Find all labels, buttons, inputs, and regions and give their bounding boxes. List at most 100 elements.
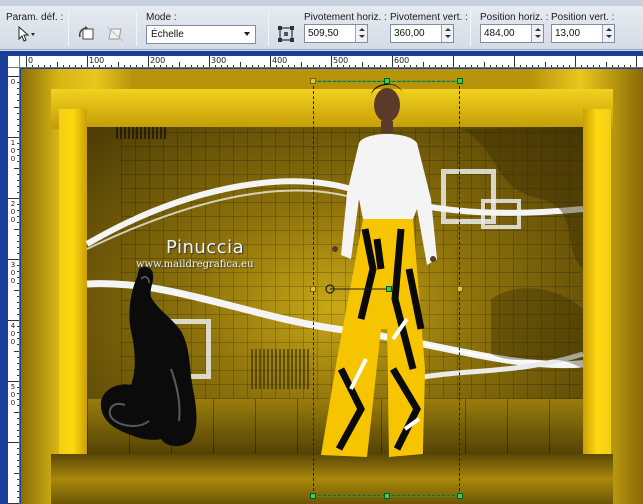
ruler-tick	[17, 271, 19, 273]
ruler-tick	[141, 65, 143, 67]
ruler-tick	[318, 65, 320, 67]
ruler-tick	[605, 62, 607, 67]
ruler-label: 500	[10, 383, 16, 407]
ruler-tick	[471, 65, 473, 67]
ruler-tick	[17, 161, 19, 163]
pos-h-label: Position horiz. :	[480, 12, 549, 23]
corner-handle-top-left[interactable]	[310, 78, 316, 84]
ruler-tick	[209, 56, 210, 67]
ruler-tick	[562, 65, 564, 67]
ruler-tick	[17, 344, 19, 346]
ruler-tick	[17, 332, 19, 334]
ruler-label: 500	[333, 56, 349, 65]
image-canvas[interactable]: Pinuccia www.maildregrafica.eu	[21, 69, 643, 504]
ruler-tick	[239, 62, 241, 67]
pivot-v-stepper[interactable]	[441, 25, 453, 42]
mode-select-value: Échelle	[151, 29, 184, 40]
ruler-tick	[17, 155, 19, 157]
edge-handle-left[interactable]	[310, 286, 316, 292]
ruler-tick	[17, 435, 19, 437]
ruler-tick	[544, 62, 546, 67]
pivot-v-value: 360,00	[394, 28, 425, 39]
center-pivot-button[interactable]	[276, 24, 296, 44]
ruler-tick	[489, 65, 491, 67]
ruler-tick	[526, 65, 528, 67]
ruler-tick	[361, 62, 363, 67]
ruler-tick	[520, 65, 522, 67]
ruler-tick	[446, 65, 448, 67]
ruler-label: 600	[394, 56, 410, 65]
ruler-tick	[8, 442, 19, 443]
ruler-tick	[56, 62, 58, 67]
ruler-tick	[68, 65, 70, 67]
corner-handle-bottom-right[interactable]	[457, 493, 463, 499]
ruler-tick	[410, 65, 412, 67]
pos-v-value: 13,00	[555, 28, 581, 39]
ruler-tick	[17, 204, 19, 206]
pos-v-input[interactable]: 13,00	[551, 24, 615, 43]
ruler-tick	[17, 496, 19, 498]
ruler-tick	[17, 387, 19, 389]
ruler-tick	[556, 65, 558, 67]
ruler-tick	[190, 65, 192, 67]
ruler-label: 0	[10, 78, 16, 86]
pivot-h-stepper[interactable]	[355, 25, 367, 42]
corner-handle-top-right[interactable]	[457, 78, 463, 84]
toolbar-separator	[136, 10, 137, 46]
ruler-tick	[17, 368, 19, 370]
pos-h-input[interactable]: 484,00	[480, 24, 544, 43]
ruler-tick	[379, 65, 381, 67]
ruler-tick	[17, 466, 19, 468]
ruler-tick	[312, 65, 314, 67]
watermark-text: Pinuccia	[166, 237, 245, 258]
ruler-tick	[17, 179, 19, 181]
preset-label: Param. déf. :	[6, 12, 64, 23]
ruler-tick	[17, 338, 19, 340]
ruler-tick	[17, 429, 19, 431]
horizontal-ruler[interactable]: 0 100 200 300 400 500 600	[8, 56, 643, 68]
pivot-v-label: Pivotement vert. :	[390, 12, 468, 23]
rotate-icon	[78, 26, 94, 40]
ruler-tick	[38, 65, 40, 67]
ruler-tick	[349, 65, 351, 67]
pos-h-value: 484,00	[484, 28, 515, 39]
ruler-tick	[507, 65, 509, 67]
ruler-tick	[385, 65, 387, 67]
ruler-tick	[17, 277, 19, 279]
ruler-tick	[373, 65, 375, 67]
ruler-tick	[593, 65, 595, 67]
ruler-tick	[17, 448, 19, 450]
rotation-handle[interactable]	[386, 286, 392, 292]
mode-select[interactable]: Échelle	[146, 25, 256, 44]
edge-handle-bottom[interactable]	[384, 493, 390, 499]
ruler-tick	[8, 76, 19, 77]
ruler-tick	[17, 118, 19, 120]
ruler-tick	[331, 56, 332, 67]
ruler-tick	[17, 356, 19, 358]
pivot-h-input[interactable]: 509,50	[304, 24, 368, 43]
ruler-tick	[532, 65, 534, 67]
chevron-down-icon	[244, 32, 250, 36]
ruler-tick	[14, 350, 19, 352]
ruler-tick	[17, 362, 19, 364]
ruler-tick	[422, 62, 424, 67]
pivot-v-input[interactable]: 360,00	[390, 24, 454, 43]
reset-shear-button[interactable]	[104, 24, 126, 44]
ruler-tick	[434, 65, 436, 67]
ruler-tick	[17, 185, 19, 187]
edge-handle-right[interactable]	[457, 286, 463, 292]
ruler-tick	[178, 62, 180, 67]
ruler-tick	[440, 65, 442, 67]
mode-label: Mode :	[146, 12, 177, 23]
ruler-tick	[587, 65, 589, 67]
ruler-tick	[93, 65, 95, 67]
preset-dropdown-button[interactable]	[12, 24, 40, 44]
pos-v-stepper[interactable]	[602, 25, 614, 42]
pos-h-stepper[interactable]	[531, 25, 543, 42]
edge-handle-top[interactable]	[384, 78, 390, 84]
vertical-ruler[interactable]: 0 100 200 300 400 500	[8, 68, 20, 504]
corner-handle-bottom-left[interactable]	[310, 493, 316, 499]
ruler-tick	[123, 65, 125, 67]
ruler-tick	[17, 130, 19, 132]
reset-rotation-button[interactable]	[76, 24, 98, 44]
